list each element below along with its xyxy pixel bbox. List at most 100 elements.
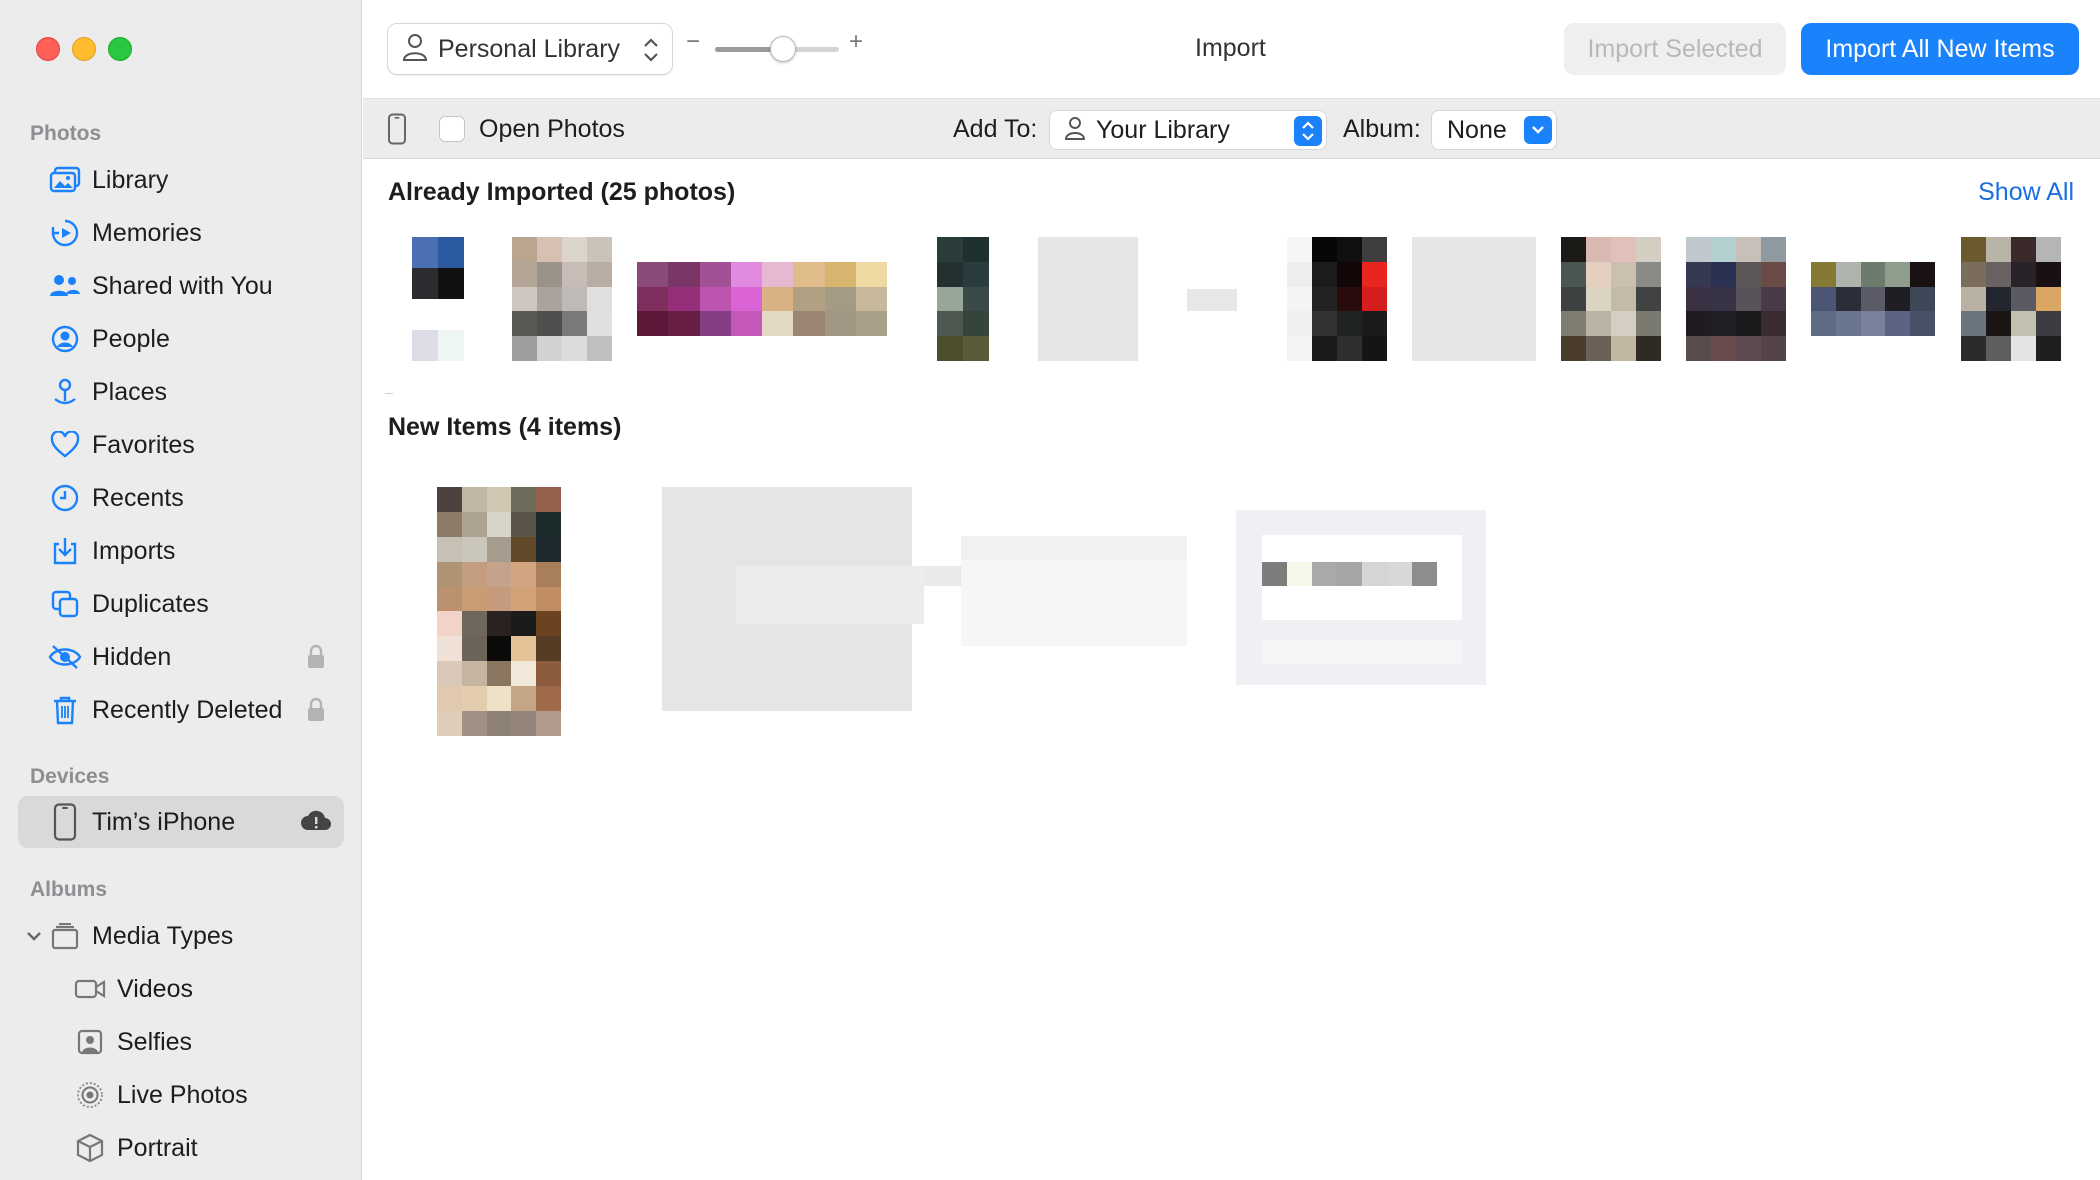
photo-thumbnail[interactable] [1561, 237, 1661, 361]
up-down-chevron-icon [1294, 116, 1322, 146]
places-icon [48, 375, 82, 409]
library-picker-label: Personal Library [438, 34, 621, 63]
photo-thumbnail[interactable] [1038, 237, 1138, 361]
sidebar-item-media-types[interactable]: Media Types [18, 910, 344, 962]
chevron-down-icon[interactable] [24, 926, 44, 951]
sidebar-item-selfies[interactable]: Selfies [18, 1016, 344, 1068]
photo-thumbnail[interactable] [512, 237, 612, 361]
new-item-thumbnail[interactable] [1262, 640, 1462, 664]
photo-thumbnail[interactable] [1811, 262, 1935, 336]
people-icon [48, 322, 82, 356]
photo-thumbnail[interactable] [1187, 289, 1237, 311]
sidebar-section-albums: Albums [30, 878, 108, 901]
sidebar-item-live-photos[interactable]: Live Photos [18, 1069, 344, 1121]
sidebar-item-label: Favorites [92, 430, 195, 459]
iphone-icon [48, 803, 82, 841]
open-photos-label[interactable]: Open Photos [479, 115, 625, 144]
sidebar-item-hidden[interactable]: Hidden [18, 631, 344, 683]
library-picker[interactable]: Personal Library [387, 23, 673, 75]
window-title: Import [1195, 34, 1266, 62]
heart-icon [48, 428, 82, 462]
clock-icon [48, 481, 82, 515]
memories-icon [48, 216, 82, 250]
trash-icon [48, 693, 82, 727]
sidebar-item-label: Shared with You [92, 271, 273, 300]
open-photos-checkbox[interactable] [439, 116, 465, 142]
sidebar-item-favorites[interactable]: Favorites [18, 419, 344, 471]
zoom-in-button[interactable]: + [849, 28, 863, 56]
sidebar-item-label: Live Photos [117, 1080, 248, 1109]
toolbar: Personal Library − + Import Import Selec… [363, 0, 2100, 98]
sidebar-item-memories[interactable]: Memories [18, 207, 344, 259]
sidebar-item-label: Selfies [117, 1027, 193, 1056]
chevron-down-icon [1524, 116, 1552, 144]
sidebar-item-people[interactable]: People [18, 313, 344, 365]
sidebar-item-label: People [92, 324, 170, 353]
sidebar-item-places[interactable]: Places [18, 366, 344, 418]
sidebar-item-label: Imports [92, 536, 176, 565]
lock-icon [306, 697, 326, 728]
sidebar-item-recents[interactable]: Recents [18, 472, 344, 524]
sidebar-item-label: Library [92, 165, 169, 194]
zoom-out-button[interactable]: − [686, 28, 700, 56]
cube-icon [73, 1131, 107, 1165]
photo-thumbnail[interactable] [937, 237, 989, 361]
import-selected-button[interactable]: Import Selected [1564, 23, 1786, 75]
import-content: Already Imported (25 photos) Show All Ne… [363, 160, 2100, 1180]
eye-slash-icon [48, 640, 82, 674]
sidebar-item-label: Places [92, 377, 168, 406]
sidebar-item-label: Media Types [92, 921, 234, 950]
sidebar-item-library[interactable]: Library [18, 154, 344, 206]
sidebar-item-portrait[interactable]: Portrait [18, 1122, 344, 1174]
new-item-thumbnail[interactable] [736, 566, 924, 624]
photo-thumbnail[interactable] [412, 237, 464, 361]
album-popup[interactable]: None [1431, 110, 1557, 150]
divider [385, 393, 393, 394]
add-to-popup[interactable]: Your Library [1049, 110, 1327, 150]
new-item-thumbnail[interactable] [961, 536, 1187, 560]
photo-thumbnail[interactable] [1287, 237, 1387, 361]
sidebar-section-photos: Photos [30, 122, 102, 145]
iphone-icon [387, 113, 407, 150]
sidebar-item-label: Memories [92, 218, 202, 247]
photo-thumbnail[interactable] [1686, 237, 1786, 361]
sidebar-item-device[interactable]: Tim’s iPhone [18, 796, 344, 848]
already-imported-title: Already Imported (25 photos) [388, 178, 736, 206]
close-window-button[interactable] [36, 37, 60, 61]
import-icon [48, 534, 82, 568]
person-icon [1064, 115, 1086, 146]
minimize-window-button[interactable] [72, 37, 96, 61]
sidebar-item-imports[interactable]: Imports [18, 525, 344, 577]
new-items-title: New Items (4 items) [388, 413, 622, 441]
live-photo-icon [73, 1078, 107, 1112]
new-item-thumbnail[interactable] [1262, 562, 1437, 586]
sidebar-item-videos[interactable]: Videos [18, 963, 344, 1015]
zoom-window-button[interactable] [108, 37, 132, 61]
new-item-thumbnail[interactable] [437, 487, 561, 736]
photo-thumbnail[interactable] [1412, 237, 1536, 361]
video-icon [73, 972, 107, 1006]
sidebar-item-label: Videos [117, 974, 193, 1003]
duplicates-icon [48, 587, 82, 621]
sidebar: Photos Library Memories Shared with You … [0, 0, 362, 1180]
window-controls [36, 37, 132, 61]
album-value: None [1447, 115, 1507, 144]
sidebar-item-recently-deleted[interactable]: Recently Deleted [18, 684, 344, 736]
shared-with-you-icon [48, 269, 82, 303]
import-all-new-items-button[interactable]: Import All New Items [1801, 23, 2079, 75]
sidebar-item-label: Hidden [92, 642, 172, 671]
import-options-bar: Open Photos Add To: Your Library Album: … [363, 98, 2100, 159]
person-icon [402, 32, 428, 67]
show-all-link[interactable]: Show All [1978, 178, 2074, 207]
add-to-value: Your Library [1096, 115, 1230, 144]
sidebar-item-duplicates[interactable]: Duplicates [18, 578, 344, 630]
cloud-alert-icon[interactable] [300, 808, 332, 839]
photo-thumbnail[interactable] [1961, 237, 2061, 361]
album-label: Album: [1343, 115, 1421, 143]
zoom-slider-thumb[interactable] [770, 36, 797, 62]
photo-thumbnail[interactable] [637, 262, 887, 336]
sidebar-item-label: Recents [92, 483, 184, 512]
stack-icon [48, 919, 82, 953]
add-to-label: Add To: [953, 115, 1038, 143]
sidebar-item-shared-with-you[interactable]: Shared with You [18, 260, 344, 312]
